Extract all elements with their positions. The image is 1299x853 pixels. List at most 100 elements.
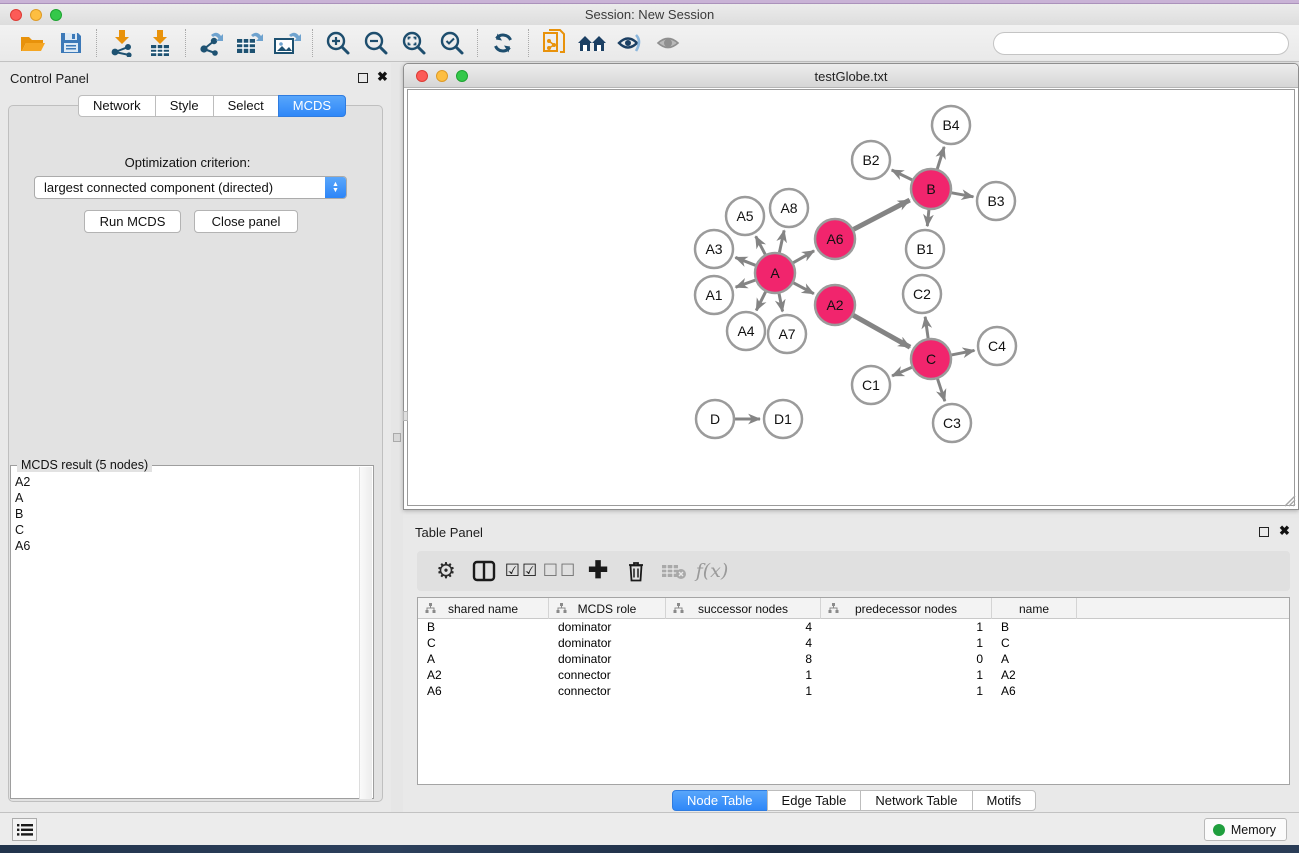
table-cell[interactable]: 1: [666, 683, 821, 699]
graph-edge[interactable]: [927, 210, 929, 226]
refresh-button[interactable]: [484, 28, 522, 58]
graph-edge[interactable]: [793, 251, 814, 263]
delete-table-button[interactable]: [655, 556, 693, 586]
column-header-mcds-role[interactable]: MCDS role: [549, 598, 666, 619]
import-table-button[interactable]: [141, 28, 179, 58]
graph-edge[interactable]: [794, 283, 814, 294]
table-cell[interactable]: dominator: [549, 619, 666, 635]
table-row[interactable]: A6connector11A6: [418, 683, 1289, 699]
result-item[interactable]: A: [15, 490, 30, 506]
table-cell[interactable]: 4: [666, 635, 821, 651]
table-cell[interactable]: A: [418, 651, 549, 667]
network-graph[interactable]: AA1A2A3A4A5A6A7A8BB1B2B3B4CC1C2C3C4DD1: [408, 90, 1294, 505]
table-panel-close-icon[interactable]: ✖: [1279, 523, 1290, 539]
run-mcds-button[interactable]: Run MCDS: [84, 210, 181, 233]
table-cell[interactable]: C: [992, 635, 1077, 651]
table-cell[interactable]: connector: [549, 683, 666, 699]
column-header-name[interactable]: name: [992, 598, 1077, 619]
table-row[interactable]: A2connector11A2: [418, 667, 1289, 683]
table-cell[interactable]: 4: [666, 619, 821, 635]
canvas-left-handle[interactable]: [403, 411, 408, 421]
criterion-dropdown[interactable]: largest connected component (directed) ▲…: [34, 176, 347, 199]
table-cell[interactable]: 1: [821, 635, 992, 651]
table-cell[interactable]: 1: [821, 667, 992, 683]
table-cell[interactable]: B: [418, 619, 549, 635]
column-header-shared-name[interactable]: shared name: [418, 598, 549, 619]
hide-selected-button[interactable]: [611, 28, 649, 58]
graph-edge[interactable]: [736, 280, 756, 287]
table-cell[interactable]: A2: [418, 667, 549, 683]
column-view-button[interactable]: [465, 556, 503, 586]
delete-column-button[interactable]: [617, 556, 655, 586]
result-item[interactable]: C: [15, 522, 30, 538]
zoom-in-button[interactable]: [319, 28, 357, 58]
result-item[interactable]: B: [15, 506, 30, 522]
network-window-titlebar[interactable]: testGlobe.txt: [404, 64, 1298, 88]
graph-edge[interactable]: [952, 193, 974, 197]
first-neighbors-button[interactable]: [573, 28, 611, 58]
mcds-result-list[interactable]: A2ABCA6: [15, 474, 30, 554]
table-row[interactable]: Adominator80A: [418, 651, 1289, 667]
column-header-predecessor-nodes[interactable]: predecessor nodes: [821, 598, 992, 619]
table-settings-button[interactable]: ⚙: [427, 556, 465, 586]
tab-motifs[interactable]: Motifs: [972, 790, 1037, 811]
graph-edge[interactable]: [938, 379, 945, 401]
graph-edge[interactable]: [756, 236, 766, 254]
graph-edge[interactable]: [853, 315, 910, 347]
zoom-selected-button[interactable]: [433, 28, 471, 58]
graph-edge[interactable]: [925, 317, 928, 338]
table-cell[interactable]: A6: [992, 683, 1077, 699]
open-folder-button[interactable]: [14, 28, 52, 58]
graph-edge[interactable]: [937, 147, 944, 169]
tab-node-table[interactable]: Node Table: [672, 790, 768, 811]
zoom-out-button[interactable]: [357, 28, 395, 58]
select-all-checkboxes-button[interactable]: ☑☑: [503, 556, 541, 586]
show-all-button[interactable]: [649, 28, 687, 58]
table-cell[interactable]: A6: [418, 683, 549, 699]
control-panel-close-icon[interactable]: ✖: [377, 69, 388, 85]
table-cell[interactable]: 1: [666, 667, 821, 683]
graph-edge[interactable]: [952, 350, 975, 354]
control-panel-float-icon[interactable]: [358, 73, 368, 83]
clone-network-button[interactable]: [535, 28, 573, 58]
show-panels-button[interactable]: [12, 818, 37, 841]
result-scrollbar[interactable]: [359, 467, 372, 799]
table-cell[interactable]: dominator: [549, 635, 666, 651]
graph-edge[interactable]: [854, 200, 910, 229]
table-cell[interactable]: 8: [666, 651, 821, 667]
zoom-fit-button[interactable]: [395, 28, 433, 58]
memory-button[interactable]: Memory: [1204, 818, 1287, 841]
result-item[interactable]: A6: [15, 538, 30, 554]
graph-edge[interactable]: [892, 170, 912, 180]
table-row[interactable]: Cdominator41C: [418, 635, 1289, 651]
table-cell[interactable]: 0: [821, 651, 992, 667]
save-session-button[interactable]: [52, 28, 90, 58]
table-cell[interactable]: B: [992, 619, 1077, 635]
result-item[interactable]: A2: [15, 474, 30, 490]
export-network-button[interactable]: [192, 28, 230, 58]
search-input[interactable]: [993, 32, 1289, 55]
tab-network[interactable]: Network: [78, 95, 156, 117]
table-cell[interactable]: A2: [992, 667, 1077, 683]
graph-edge[interactable]: [735, 257, 755, 265]
tab-mcds[interactable]: MCDS: [278, 95, 346, 117]
network-canvas[interactable]: AA1A2A3A4A5A6A7A8BB1B2B3B4CC1C2C3C4DD1: [407, 89, 1295, 506]
function-builder-button[interactable]: f(x): [693, 556, 731, 586]
panel-divider[interactable]: [391, 63, 403, 812]
add-column-button[interactable]: ✚: [579, 556, 617, 586]
tab-network-table[interactable]: Network Table: [860, 790, 972, 811]
table-panel-float-icon[interactable]: [1259, 527, 1269, 537]
import-network-button[interactable]: [103, 28, 141, 58]
deselect-all-checkboxes-button[interactable]: ☐☐: [541, 556, 579, 586]
table-cell[interactable]: C: [418, 635, 549, 651]
graph-edge[interactable]: [779, 294, 783, 312]
table-cell[interactable]: 1: [821, 683, 992, 699]
table-cell[interactable]: connector: [549, 667, 666, 683]
export-table-button[interactable]: [230, 28, 268, 58]
tab-select[interactable]: Select: [213, 95, 279, 117]
resize-grip-icon[interactable]: [1280, 491, 1296, 507]
table-cell[interactable]: 1: [821, 619, 992, 635]
tab-edge-table[interactable]: Edge Table: [767, 790, 862, 811]
close-panel-button[interactable]: Close panel: [194, 210, 298, 233]
table-row[interactable]: Bdominator41B: [418, 619, 1289, 635]
